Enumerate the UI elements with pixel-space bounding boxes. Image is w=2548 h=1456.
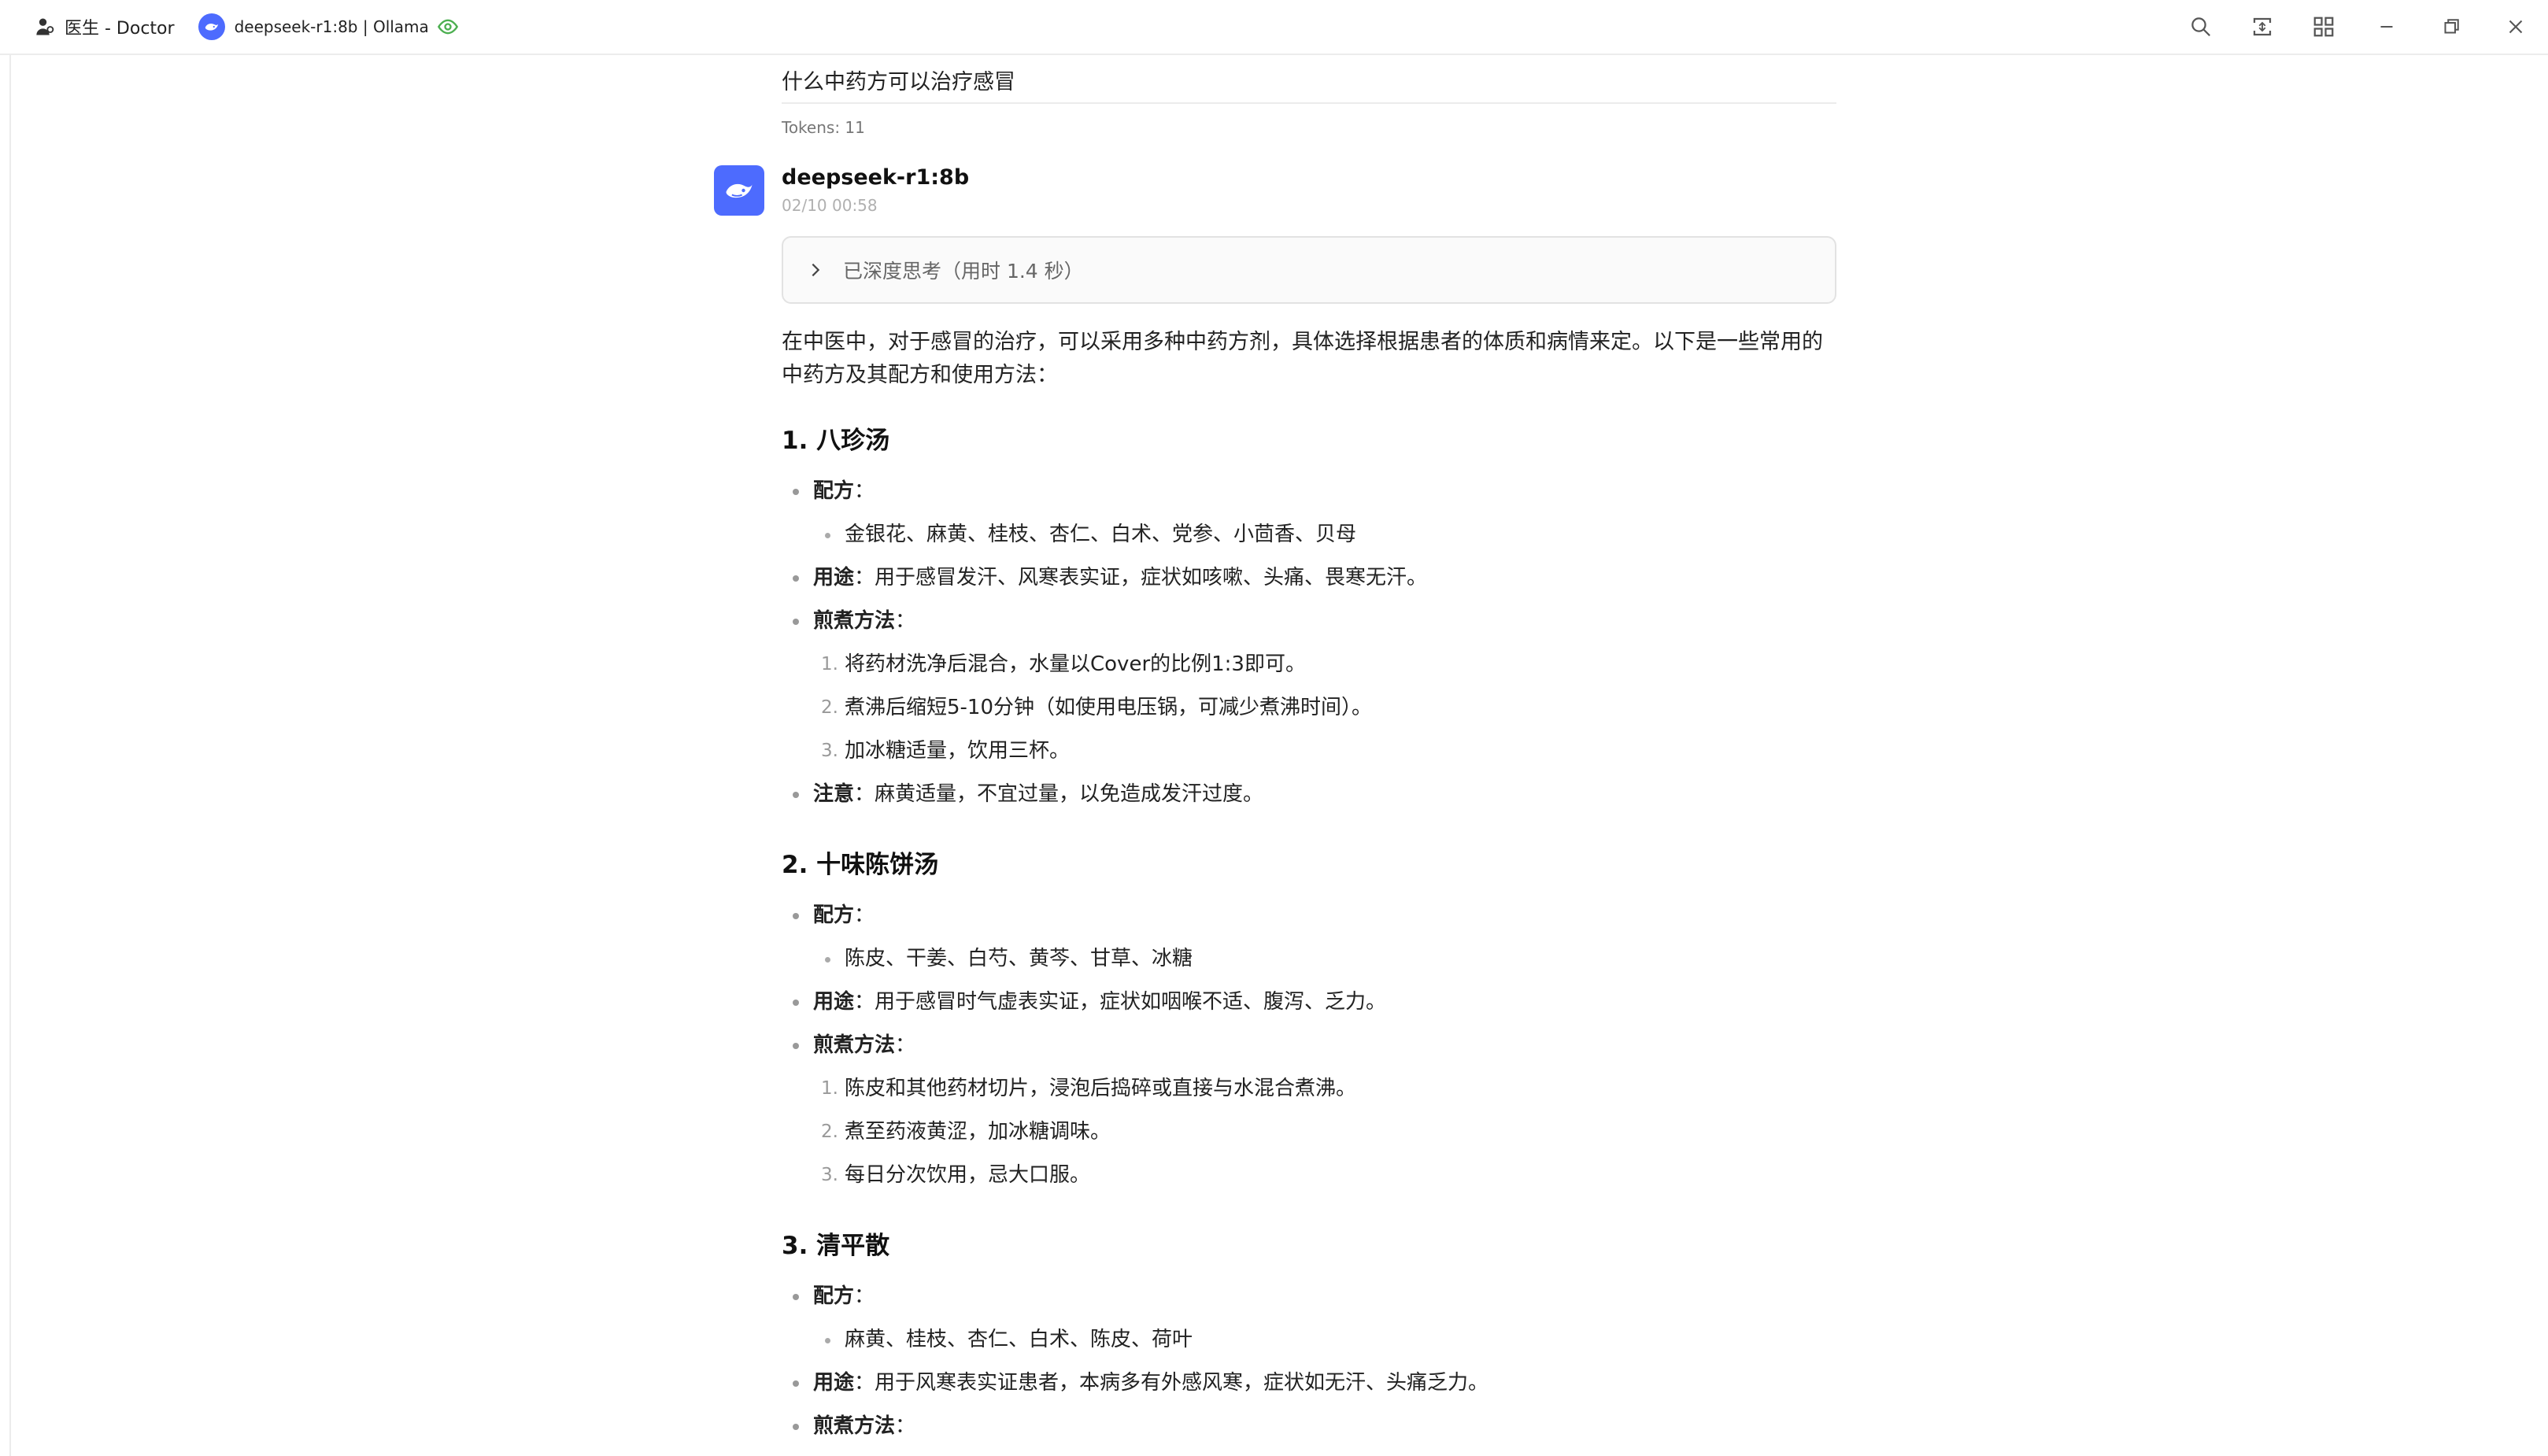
formula-item: 配方： xyxy=(782,1275,1836,1318)
search-icon xyxy=(2191,17,2211,37)
title-bar-left: 医生 - Doctor deepseek-r1:8b | Ollama xyxy=(35,0,459,54)
method-step: 2. 煮沸后缩短5-10分钟（如使用电压锅，可减少煮沸时间）。 xyxy=(821,696,1373,719)
usage-item: 用途：用于感冒时气虚表实证，症状如咽喉不适、腹泻、乏力。 xyxy=(782,981,1836,1024)
section-list: 配方： 麻黄、桂枝、杏仁、白术、陈皮、荷叶 用途：用于风寒表实证患者，本病多有外… xyxy=(782,1275,1836,1448)
usage-text: ：用于感冒发汗、风寒表实证，症状如咳嗽、头痛、畏寒无汗。 xyxy=(854,566,1428,589)
title-bar-right xyxy=(2170,0,2548,54)
section-heading: 3. 清平散 xyxy=(782,1232,890,1260)
minimize-button[interactable] xyxy=(2354,0,2419,54)
section-list: 配方： 金银花、麻黄、桂枝、杏仁、白术、党参、小茴香、贝母 用途：用于感冒发汗、… xyxy=(782,470,1836,816)
eye-icon[interactable] xyxy=(437,16,459,38)
model-avatar xyxy=(714,165,764,216)
usage-text: ：用于风寒表实证患者，本病多有外感风寒，症状如无汗、头痛乏力。 xyxy=(854,1371,1489,1395)
method-label: 煎煮方法 xyxy=(813,1414,896,1438)
method-label: 煎煮方法 xyxy=(813,609,896,633)
conversation-area: 什么中药方可以治疗感冒 Tokens: 11 deepseek-r1:8b 02… xyxy=(714,55,1836,1448)
method-item: 煎煮方法： xyxy=(782,1024,1836,1067)
deepseek-whale-icon xyxy=(198,13,225,40)
thinking-label: 已深度思考（用时 1.4 秒） xyxy=(843,260,1084,283)
user-message: 什么中药方可以治疗感冒 xyxy=(782,70,1015,94)
answer-intro: 在中医中，对于感冒的治疗，可以采用多种中药方剂，具体选择根据患者的体质和病情来定… xyxy=(782,330,1823,387)
formula-label: 配方 xyxy=(813,479,855,503)
section-heading: 2. 十味陈饼汤 xyxy=(782,851,939,879)
close-button[interactable] xyxy=(2483,0,2548,54)
formula-ingredients: 陈皮、干姜、白芍、黄芩、甘草、冰糖 xyxy=(782,937,1836,981)
method-step-text: 煮至药液黄涩，加冰糖调味。 xyxy=(845,1120,1111,1144)
section-heading: 1. 八珍汤 xyxy=(782,427,890,455)
formula-ingredients: 麻黄、桂枝、杏仁、白术、陈皮、荷叶 xyxy=(782,1318,1836,1362)
method-step: 3. 每日分次饮用，忌大口服。 xyxy=(821,1163,1091,1187)
close-icon xyxy=(2509,20,2523,34)
method-step: 1. 将药材洗净后混合，水量以Cover的比例1:3即可。 xyxy=(821,652,1306,676)
formula-label: 配方 xyxy=(813,904,855,927)
method-step-text: 每日分次饮用，忌大口服。 xyxy=(845,1163,1091,1187)
usage-text: ：用于感冒时气虚表实证，症状如咽喉不适、腹泻、乏力。 xyxy=(854,990,1387,1014)
method-step-text: 加冰糖适量，饮用三杯。 xyxy=(845,739,1071,763)
formula-colon: ： xyxy=(854,904,875,927)
method-step: 2. 煮至药液黄涩，加冰糖调味。 xyxy=(821,1120,1111,1144)
method-colon: ： xyxy=(895,1414,916,1438)
usage-item: 用途：用于风寒表实证患者，本病多有外感风寒，症状如无汗、头痛乏力。 xyxy=(782,1362,1836,1405)
message-timestamp: 02/10 00:58 xyxy=(782,196,878,215)
formula-item: 配方： xyxy=(782,894,1836,937)
method-colon: ： xyxy=(895,1033,916,1057)
usage-label: 用途 xyxy=(813,566,855,589)
expand-button[interactable] xyxy=(2232,0,2293,54)
user-doctor-icon xyxy=(36,18,54,35)
formula-ingredients: 金银花、麻黄、桂枝、杏仁、白术、党参、小茴香、贝母 xyxy=(782,513,1836,556)
title-bar: 医生 - Doctor deepseek-r1:8b | Ollama xyxy=(0,0,2548,55)
formula-colon: ： xyxy=(854,479,875,503)
message-divider xyxy=(782,102,1836,104)
model-selector[interactable]: deepseek-r1:8b | Ollama xyxy=(235,17,429,36)
method-item: 煎煮方法： xyxy=(782,600,1836,643)
method-step-text: 煮沸后缩短5-10分钟（如使用电压锅，可减少煮沸时间）。 xyxy=(845,696,1373,719)
assistant-message-header: deepseek-r1:8b 02/10 00:58 xyxy=(714,157,1836,244)
search-button[interactable] xyxy=(2170,0,2232,54)
method-step-text: 将药材洗净后混合，水量以Cover的比例1:3即可。 xyxy=(845,652,1306,676)
minimize-icon xyxy=(2380,26,2393,28)
formula-item: 配方： xyxy=(782,470,1836,513)
usage-label: 用途 xyxy=(813,1371,855,1395)
section-list: 配方： 陈皮、干姜、白芍、黄芩、甘草、冰糖 用途：用于感冒时气虚表实证，症状如咽… xyxy=(782,894,1836,1197)
deep-thinking-toggle[interactable]: 已深度思考（用时 1.4 秒） xyxy=(782,236,1836,304)
method-colon: ： xyxy=(895,609,916,633)
formula-label: 配方 xyxy=(813,1284,855,1308)
grid-icon xyxy=(2313,17,2334,37)
chevron-right-icon xyxy=(812,263,820,277)
sidebar-divider xyxy=(9,55,11,1456)
method-label: 煎煮方法 xyxy=(813,1033,896,1057)
grid-button[interactable] xyxy=(2293,0,2354,54)
restore-button[interactable] xyxy=(2419,0,2483,54)
method-step-text: 陈皮和其他药材切片，浸泡后捣碎或直接与水混合煮沸。 xyxy=(845,1077,1357,1100)
note-text: ：麻黄适量，不宜过量，以免造成发汗过度。 xyxy=(854,782,1264,806)
deepseek-whale-icon xyxy=(726,183,753,198)
note-label: 注意 xyxy=(813,782,855,806)
note-item: 注意：麻黄适量，不宜过量，以免造成发汗过度。 xyxy=(782,773,1836,816)
usage-label: 用途 xyxy=(813,990,855,1014)
method-step: 1. 陈皮和其他药材切片，浸泡后捣碎或直接与水混合煮沸。 xyxy=(821,1077,1357,1100)
restore-icon xyxy=(2444,19,2459,34)
model-name: deepseek-r1:8b xyxy=(782,165,970,190)
assistant-name[interactable]: 医生 - Doctor xyxy=(65,14,175,39)
expand-icon xyxy=(2253,17,2272,36)
usage-item: 用途：用于感冒发汗、风寒表实证，症状如咳嗽、头痛、畏寒无汗。 xyxy=(782,556,1836,600)
method-item: 煎煮方法： xyxy=(782,1405,1836,1448)
formula-colon: ： xyxy=(854,1284,875,1308)
method-step: 3. 加冰糖适量，饮用三杯。 xyxy=(821,739,1071,763)
token-count: Tokens: 11 xyxy=(782,118,865,137)
